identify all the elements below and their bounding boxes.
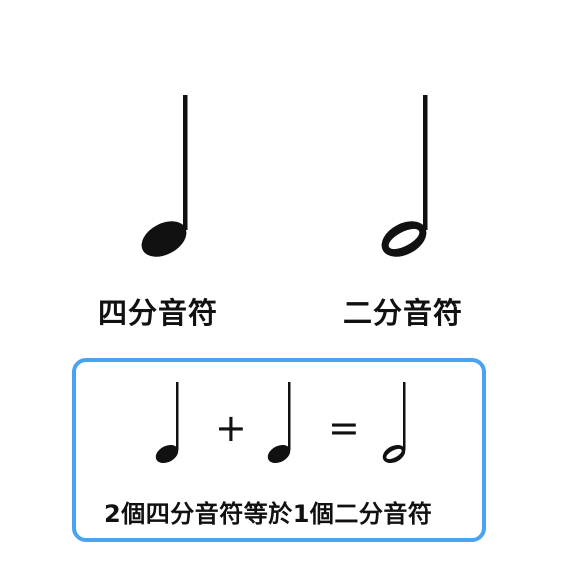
equation-box: + = 2個四分音符等於1個二分音符	[72, 358, 486, 542]
quarter-note-icon	[155, 382, 179, 464]
quarter-note-label: 四分音符	[98, 296, 219, 330]
equals-sign: =	[328, 406, 360, 450]
quarter-note-icon	[267, 382, 291, 464]
equation-caption: 2個四分音符等於1個二分音符	[104, 500, 433, 528]
plus-sign: +	[215, 406, 247, 450]
half-note-label: 二分音符	[343, 296, 464, 330]
half-note-icon	[382, 382, 406, 464]
half-note-icon	[381, 95, 428, 257]
quarter-note-icon	[141, 95, 188, 257]
